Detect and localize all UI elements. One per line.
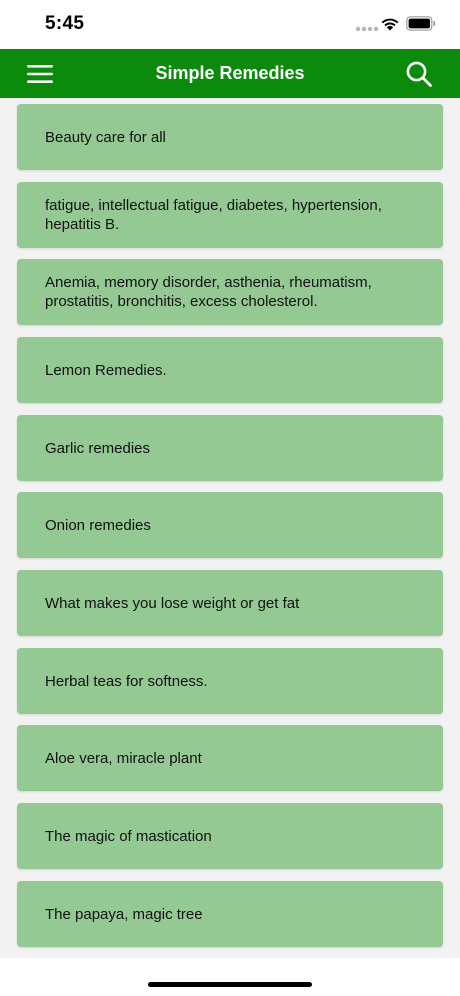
list-item-label: fatigue, intellectual fatigue, diabetes,… bbox=[45, 197, 382, 233]
signal-dots-icon bbox=[355, 26, 379, 32]
menu-button[interactable] bbox=[22, 60, 58, 88]
app-bar: Simple Remedies bbox=[0, 49, 460, 98]
list-item[interactable]: Lemon Remedies. bbox=[17, 337, 443, 403]
list-item[interactable]: The magic of mastication bbox=[17, 803, 443, 869]
battery-icon bbox=[406, 16, 436, 31]
search-button[interactable] bbox=[402, 59, 436, 89]
search-icon bbox=[406, 61, 432, 87]
list-item-label: The magic of mastication bbox=[45, 827, 212, 845]
list-item[interactable]: Garlic remedies bbox=[17, 415, 443, 481]
bottom-safe-area bbox=[0, 958, 460, 996]
list-item-label: Onion remedies bbox=[45, 516, 151, 534]
list-item-label: Garlic remedies bbox=[45, 439, 151, 457]
wifi-icon bbox=[381, 18, 399, 31]
status-bar: 5:45 bbox=[0, 0, 460, 49]
list-item-label: Anemia, memory disorder, asthenia, rheum… bbox=[45, 274, 372, 310]
list-item[interactable]: What makes you lose weight or get fat bbox=[17, 570, 443, 636]
list-item[interactable]: Aloe vera, miracle plant bbox=[17, 725, 443, 791]
list-item[interactable]: Onion remedies bbox=[17, 492, 443, 558]
list-item-label: What makes you lose weight or get fat bbox=[45, 594, 300, 612]
list-item-label: The papaya, magic tree bbox=[45, 905, 203, 923]
list-item[interactable]: The papaya, magic tree bbox=[17, 881, 443, 947]
status-time: 5:45 bbox=[45, 13, 85, 34]
list-item[interactable]: Herbal teas for softness. bbox=[17, 648, 443, 714]
remedies-list[interactable]: Beauty care for all fatigue, intellectua… bbox=[0, 98, 460, 958]
home-indicator[interactable] bbox=[148, 982, 312, 987]
app-title: Simple Remedies bbox=[155, 63, 305, 83]
list-item-label: Lemon Remedies. bbox=[45, 361, 167, 379]
list-item[interactable]: Anemia, memory disorder, asthenia, rheum… bbox=[17, 259, 443, 325]
list-item[interactable]: fatigue, intellectual fatigue, diabetes,… bbox=[17, 182, 443, 248]
list-item-label: Aloe vera, miracle plant bbox=[45, 749, 202, 767]
list-item-label: Beauty care for all bbox=[45, 128, 166, 146]
list-item[interactable]: Beauty care for all bbox=[17, 104, 443, 170]
hamburger-menu-icon bbox=[27, 65, 53, 83]
list-item-label: Herbal teas for softness. bbox=[45, 672, 208, 690]
